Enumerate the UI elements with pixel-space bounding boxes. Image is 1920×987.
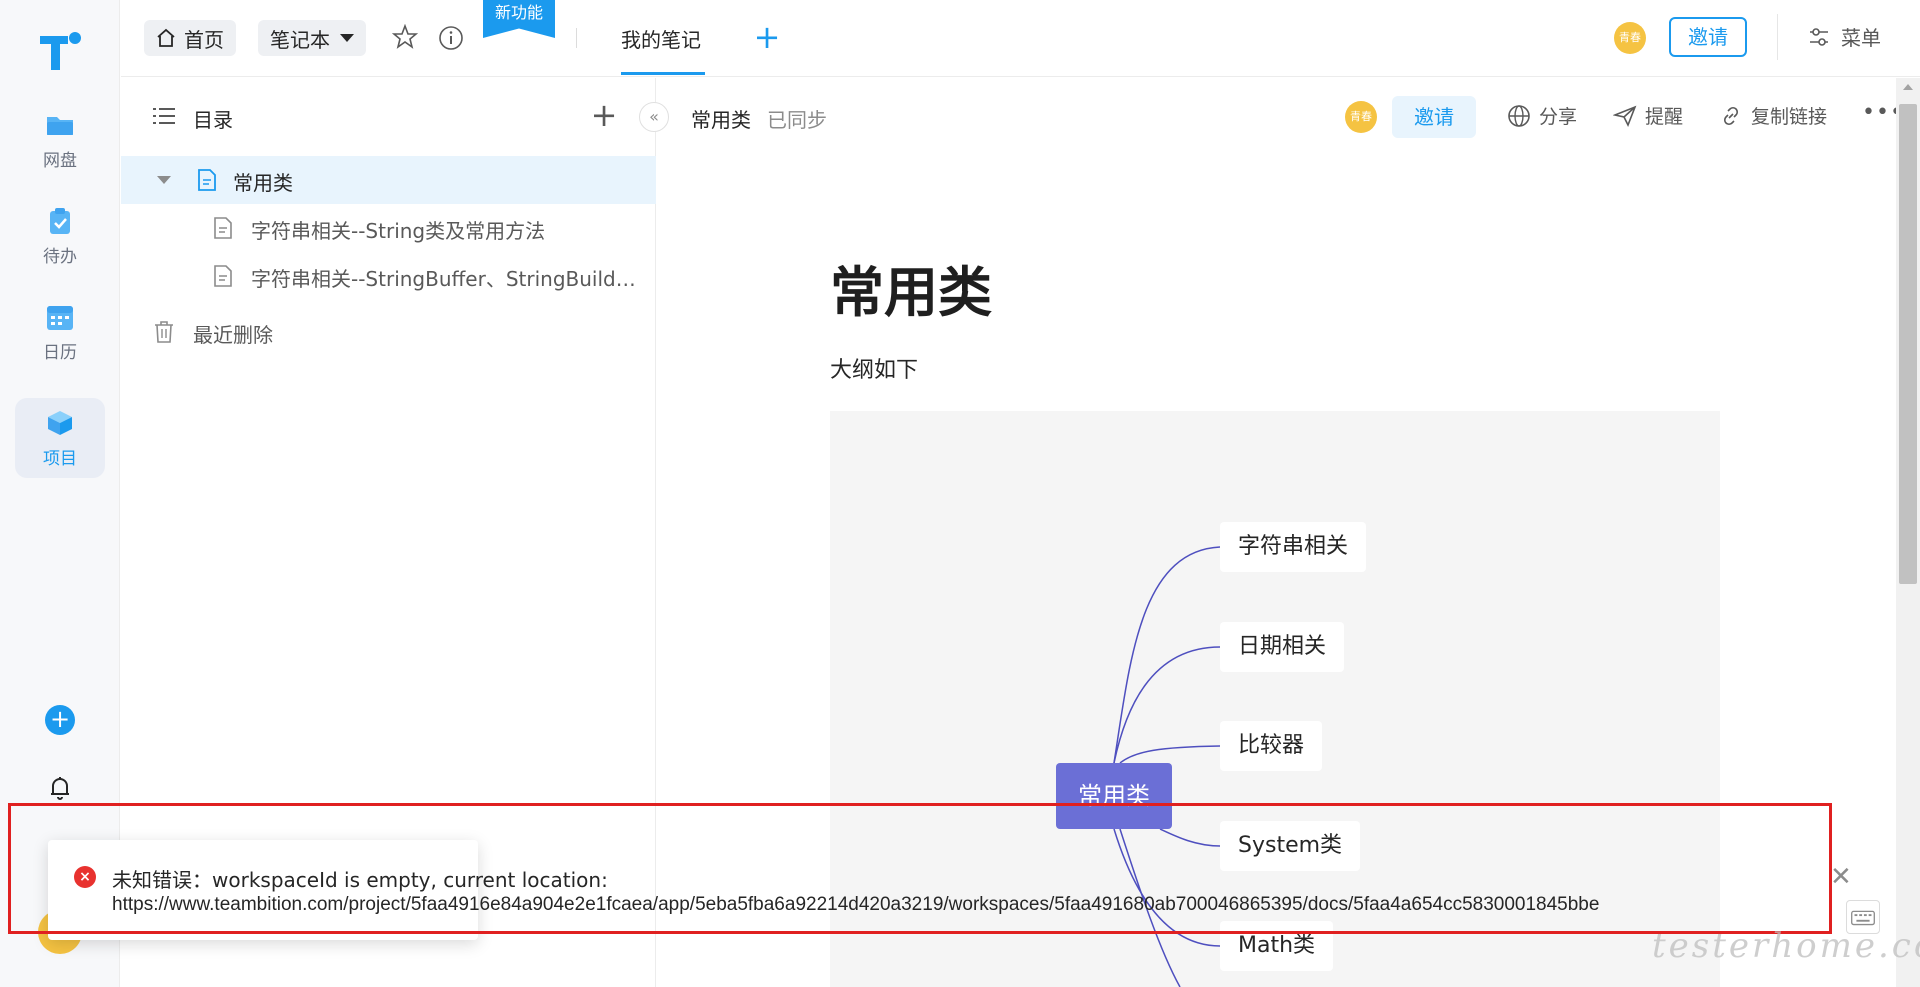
globe-icon — [1508, 104, 1530, 127]
copy-link-label: 复制链接 — [1751, 106, 1828, 128]
tree-item[interactable]: 字符串相关--String类及常用方法 — [121, 204, 656, 252]
error-message: 未知错误：workspaceId is empty, current locat… — [112, 868, 608, 892]
trash-item[interactable]: 最近删除 — [121, 308, 656, 356]
rail-item-label: 日历 — [43, 342, 77, 363]
document-paragraph[interactable]: 大纲如下 — [830, 352, 918, 384]
left-rail: 网盘 待办 日历 项目 + — [0, 0, 120, 987]
create-button[interactable]: + — [45, 705, 75, 735]
share-label: 分享 — [1539, 106, 1578, 128]
watermark: testerhome.com — [1652, 926, 1920, 966]
home-icon — [157, 28, 175, 47]
remind-label: 提醒 — [1645, 106, 1684, 128]
mindmap-node[interactable]: Math类 — [1220, 921, 1334, 971]
collapse-sidebar-button[interactable]: « — [639, 102, 669, 132]
chevron-down-icon — [340, 34, 354, 42]
document-icon — [214, 217, 232, 239]
folder-icon — [47, 116, 73, 135]
tree-item-label: 字符串相关--String类及常用方法 — [251, 219, 546, 243]
tree-item[interactable]: 字符串相关--StringBuffer、StringBuild… — [121, 252, 656, 300]
doc-invite-button[interactable]: 邀请 — [1392, 96, 1476, 138]
document-icon — [214, 265, 232, 287]
scroll-up-arrow-icon[interactable] — [1903, 84, 1913, 90]
menu-label: 菜单 — [1841, 26, 1881, 50]
divider — [576, 28, 577, 48]
cube-icon — [48, 410, 72, 435]
calendar-icon — [47, 305, 73, 330]
rail-item-label: 待办 — [43, 246, 77, 267]
link-icon — [1723, 106, 1739, 125]
error-url: https://www.teambition.com/project/5faa4… — [112, 894, 1600, 915]
rail-item-todo[interactable]: 待办 — [15, 196, 105, 276]
notebook-label: 笔记本 — [270, 27, 330, 52]
top-bar: 首页 笔记本 新功能 我的笔记 + 青春 邀请 菜单 — [121, 0, 1920, 77]
remind-button[interactable]: 提醒 — [1613, 102, 1683, 129]
sync-status: 已同步 — [767, 108, 827, 132]
tree-item-label: 常用类 — [233, 171, 293, 195]
clipboard-check-icon — [50, 207, 70, 234]
document-icon — [198, 169, 216, 191]
error-icon: × — [74, 866, 96, 888]
divider — [1777, 14, 1778, 60]
home-label: 首页 — [184, 27, 224, 52]
home-button[interactable]: 首页 — [144, 20, 236, 56]
caret-down-icon[interactable] — [157, 176, 171, 184]
catalog-header: 目录 + — [121, 78, 656, 154]
notebook-dropdown[interactable]: 笔记本 — [258, 20, 366, 56]
scrollbar-thumb[interactable] — [1899, 104, 1917, 584]
invite-button[interactable]: 邀请 — [1669, 17, 1747, 57]
add-tab-button[interactable]: + — [751, 18, 783, 58]
mindmap-node[interactable]: 比较器 — [1220, 721, 1323, 771]
vertical-scrollbar[interactable] — [1896, 78, 1920, 987]
document-heading[interactable]: 常用类 — [830, 248, 992, 327]
catalog-title: 目录 — [193, 108, 233, 132]
avatar[interactable]: 青春 — [1345, 101, 1377, 133]
star-icon[interactable] — [392, 24, 418, 50]
share-button[interactable]: 分享 — [1507, 102, 1577, 129]
mindmap-node[interactable]: 日期相关 — [1220, 622, 1345, 672]
tree-item-label: 字符串相关--StringBuffer、StringBuild… — [251, 267, 636, 291]
tab-my-notes[interactable]: 我的笔记 — [621, 24, 701, 53]
rail-item-label: 项目 — [43, 448, 77, 469]
avatar[interactable]: 青春 — [1614, 22, 1646, 54]
sliders-icon — [1810, 27, 1828, 46]
menu-button[interactable]: 菜单 — [1807, 22, 1881, 51]
rail-item-label: 网盘 — [43, 150, 77, 171]
bell-icon[interactable] — [46, 772, 74, 802]
new-feature-badge[interactable]: 新功能 — [483, 0, 555, 38]
trash-label: 最近删除 — [193, 323, 273, 347]
tree-item-root[interactable]: 常用类 — [121, 156, 656, 204]
add-page-button[interactable]: + — [589, 98, 619, 134]
trash-icon — [155, 321, 173, 343]
mindmap-node[interactable]: 字符串相关 — [1220, 522, 1367, 572]
mindmap-root-node[interactable]: 常用类 — [1056, 763, 1172, 829]
document-area: 常用类 已同步 青春 邀请 分享 提醒 复制链接 ••• 常用类 大纲如下 常用… — [657, 78, 1903, 987]
list-icon — [153, 108, 175, 124]
rail-item-drive[interactable]: 网盘 — [15, 100, 105, 180]
rail-item-project[interactable]: 项目 — [15, 398, 105, 478]
mindmap-node[interactable]: System类 — [1220, 821, 1361, 871]
active-tab-indicator — [621, 72, 705, 75]
send-icon — [1613, 105, 1637, 127]
rail-item-calendar[interactable]: 日历 — [15, 292, 105, 372]
close-icon[interactable]: ✕ — [1830, 862, 1852, 892]
doc-breadcrumb-title: 常用类 — [691, 108, 751, 132]
copy-link-button[interactable]: 复制链接 — [1719, 102, 1827, 129]
teambition-logo-icon[interactable] — [38, 30, 82, 74]
info-icon[interactable] — [438, 25, 464, 51]
